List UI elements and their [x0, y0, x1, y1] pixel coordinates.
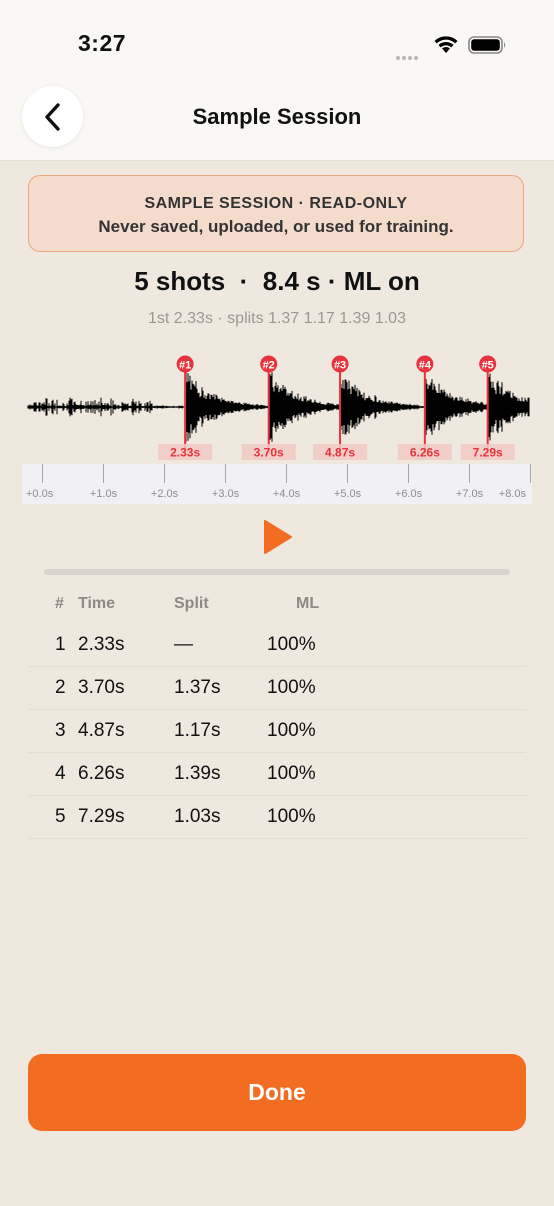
done-button[interactable]: Done	[28, 1054, 526, 1131]
battery-icon	[468, 36, 506, 54]
shot-split: 1.17s	[174, 720, 221, 741]
shot-number: 3	[55, 720, 66, 741]
timeline-tick-label: +1.0s	[90, 488, 118, 500]
timeline-tick-label: +6.0s	[395, 488, 423, 500]
shot-number: 1	[55, 634, 66, 655]
shot-time: 2.33s	[78, 634, 125, 655]
column-header-time: Time	[78, 595, 116, 612]
timeline-tick-label: +3.0s	[212, 488, 240, 500]
splits-summary: 1st 2.33s · splits 1.37 1.17 1.39 1.03	[148, 310, 406, 327]
shot-time: 3.70s	[78, 677, 125, 698]
waveform-trace	[27, 372, 530, 442]
shot-time-label: 6.26s	[410, 446, 440, 460]
table-row: 5 7.29s 1.03s 100%	[28, 796, 526, 839]
shot-time: 7.29s	[78, 806, 125, 827]
shot-time-label: 7.29s	[473, 446, 503, 460]
shot-ml-confidence: 100%	[267, 763, 316, 784]
table-row: 1 2.33s — 100%	[28, 624, 526, 667]
shot-ml-confidence: 100%	[267, 677, 316, 698]
shot-time: 4.87s	[78, 720, 125, 741]
shot-number: 4	[55, 763, 66, 784]
status-bar: 3:27	[0, 0, 554, 90]
shot-marker-tag: #1	[179, 360, 191, 372]
cellular-signal-icon	[396, 47, 420, 65]
shot-split: 1.39s	[174, 763, 221, 784]
shot-split: —	[174, 634, 193, 655]
shot-time: 6.26s	[78, 763, 125, 784]
table-row: 3 4.87s 1.17s 100%	[28, 710, 526, 753]
shot-marker-tag: #5	[482, 360, 494, 372]
column-header-number: #	[55, 595, 64, 612]
timeline-tick-label: +4.0s	[273, 488, 301, 500]
timeline-ruler[interactable]: +0.0s +1.0s +2.0s +3.0s +4.0s +5.0s +6.0s +7.0s…	[22, 464, 532, 504]
shot-split: 1.03s	[174, 806, 221, 827]
status-time: 3:27	[78, 30, 127, 56]
timeline-tick-label: +0.0s	[26, 488, 54, 500]
shot-time-label: 2.33s	[170, 446, 200, 460]
timeline-tick-label: +8.0s	[499, 488, 527, 500]
timeline-tick-label: +7.0s	[456, 488, 484, 500]
play-icon	[264, 520, 292, 554]
column-header-split: Split	[174, 595, 209, 612]
play-button[interactable]	[257, 517, 297, 557]
shot-ml-confidence: 100%	[267, 634, 316, 655]
navigation-bar: Sample Session	[0, 86, 554, 161]
timeline-tick-label: +5.0s	[334, 488, 362, 500]
shot-number: 5	[55, 806, 66, 827]
shot-ml-confidence: 100%	[267, 806, 316, 827]
session-summary: 5 shots · 8.4 s · ML on	[134, 266, 420, 296]
shot-time-label: 3.70s	[254, 446, 284, 460]
shot-marker-tag: #2	[263, 360, 275, 372]
audio-waveform[interactable]: #1 2.33s #2 3.70s #3 4.87s #4 6.26s #5 7.29s	[22, 350, 532, 464]
timeline-tick-label: +2.0s	[151, 488, 179, 500]
playback-progress-bar[interactable]	[44, 569, 510, 575]
shot-ml-confidence: 100%	[267, 720, 316, 741]
table-row: 4 6.26s 1.39s 100%	[28, 753, 526, 796]
shot-marker-tag: #4	[419, 360, 432, 372]
column-header-ml: ML	[296, 595, 320, 612]
table-row: 2 3.70s 1.37s 100%	[28, 667, 526, 710]
shot-split: 1.37s	[174, 677, 221, 698]
banner-subtitle: Never saved, uploaded, or used for train…	[98, 217, 454, 236]
read-only-banner: SAMPLE SESSION · READ-ONLY Never saved, …	[28, 175, 524, 252]
shot-number: 2	[55, 677, 66, 698]
shot-time-label: 4.87s	[325, 446, 355, 460]
wifi-icon	[434, 36, 458, 53]
banner-title: SAMPLE SESSION · READ-ONLY	[144, 195, 408, 212]
shot-marker-tag: #3	[334, 360, 346, 372]
page-title: Sample Session	[192, 104, 362, 129]
